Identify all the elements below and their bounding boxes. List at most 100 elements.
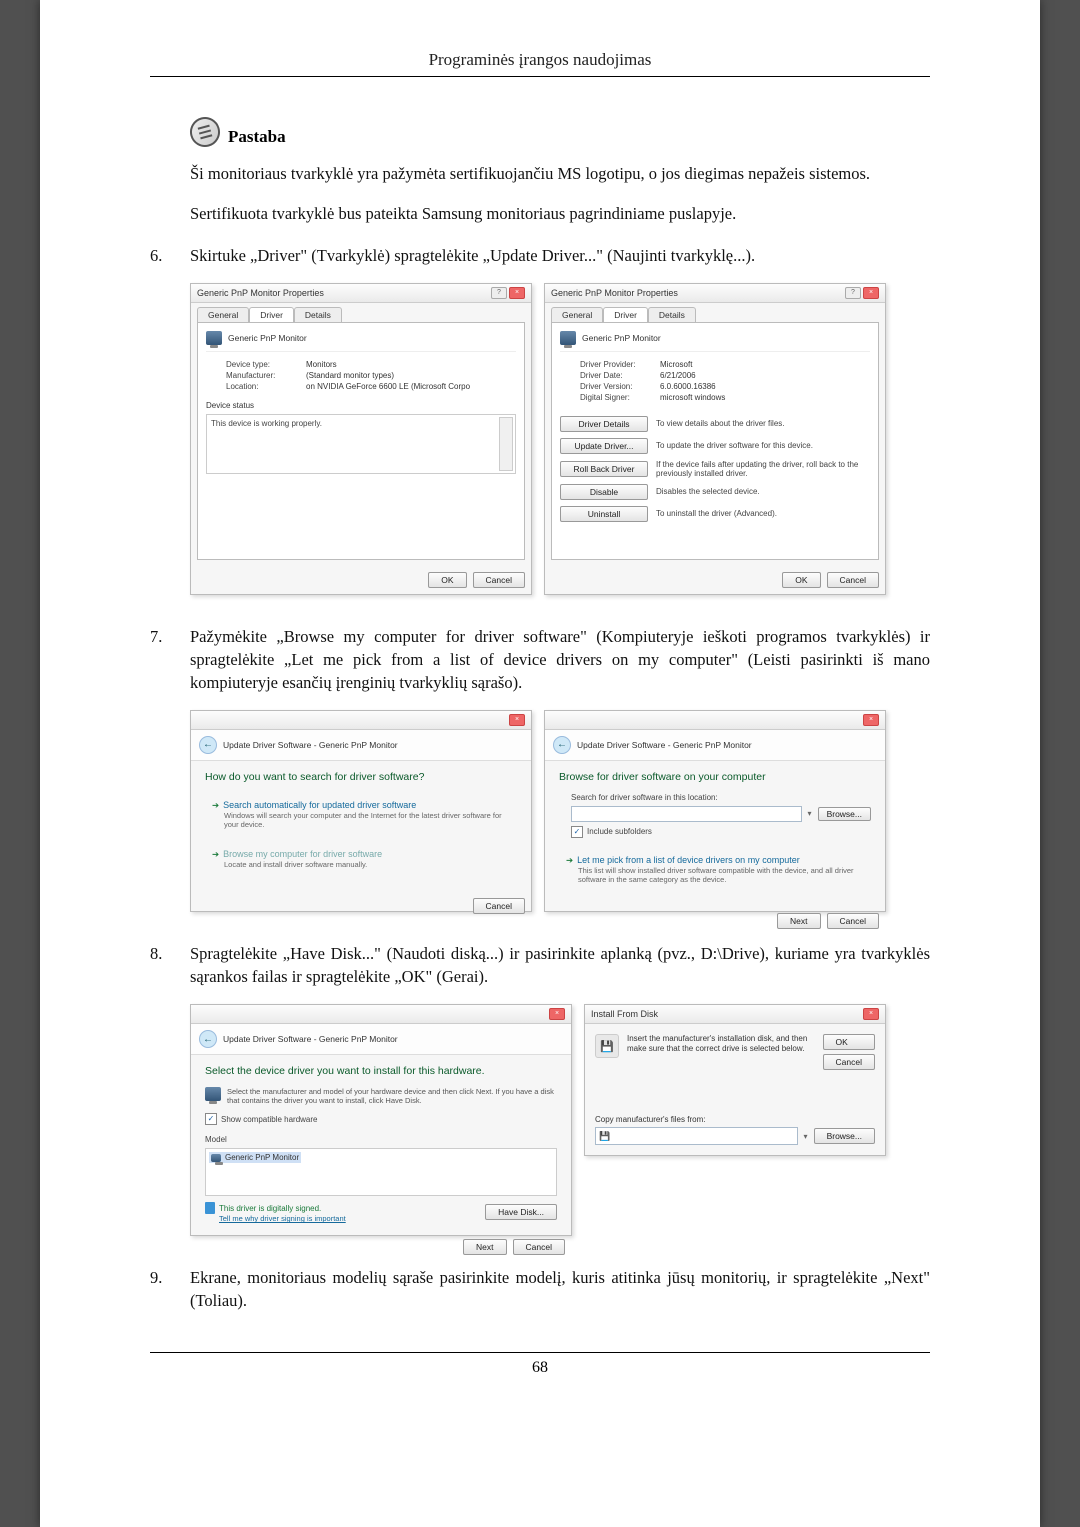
option-title: Browse my computer for driver software [223,849,382,859]
step-9-text: Ekrane, monitoriaus modelių sąraše pasir… [190,1266,930,1312]
next-button[interactable]: Next [463,1239,506,1255]
close-button[interactable]: × [863,287,879,299]
dialog-buttons: Cancel [191,892,531,920]
rollback-driver-desc: If the device fails after updating the d… [656,460,870,478]
scrollbar[interactable] [499,417,513,471]
dropdown-icon[interactable]: ▾ [808,809,812,818]
signer-value: microsoft windows [660,393,725,402]
option-pick-from-list[interactable]: ➔Let me pick from a list of device drive… [559,848,871,891]
monitor-heading-row: Generic PnP Monitor [560,331,870,352]
signed-row: This driver is digitally signed. [205,1202,346,1214]
tab-general[interactable]: General [551,307,603,322]
rollback-driver-button[interactable]: Roll Back Driver [560,461,648,477]
option-search-auto[interactable]: ➔Search automatically for updated driver… [205,793,517,836]
tab-details[interactable]: Details [648,307,696,322]
screenshot-pair-wizard-search: × ← Update Driver Software - Generic PnP… [190,710,930,912]
step-6: 6. Skirtuke „Driver" (Tvarkyklė) spragte… [150,244,930,267]
shield-icon [205,1202,215,1214]
tab-general[interactable]: General [197,307,249,322]
option-title: Search automatically for updated driver … [223,800,416,810]
checkbox-icon: ✓ [571,826,583,838]
window-title: Generic PnP Monitor Properties [551,288,678,298]
window-buttons: ? × [491,287,525,299]
tab-driver[interactable]: Driver [603,307,648,322]
tab-details[interactable]: Details [294,307,342,322]
close-button[interactable]: × [509,714,525,726]
update-driver-desc: To update the driver software for this d… [656,441,870,450]
close-button[interactable]: × [863,714,879,726]
version-label: Driver Version: [580,382,660,391]
window-title: Generic PnP Monitor Properties [197,288,324,298]
model-item: Generic PnP Monitor [225,1153,299,1162]
page-footer: 68 [150,1352,930,1377]
disable-button[interactable]: Disable [560,484,648,500]
version-value: 6.0.6000.16386 [660,382,716,391]
browse-button[interactable]: Browse... [818,807,871,821]
show-compatible-checkbox[interactable]: ✓ Show compatible hardware [205,1113,557,1125]
back-button[interactable]: ← [199,736,217,754]
manufacturer-value: (Standard monitor types) [306,371,394,380]
browse-button[interactable]: Browse... [814,1128,875,1144]
help-button[interactable]: ? [491,287,507,299]
option-browse-computer[interactable]: ➔Browse my computer for driver software … [205,842,517,876]
close-button[interactable]: × [549,1008,565,1020]
option-subtitle: This list will show installed driver sof… [578,866,864,884]
step-6-number: 6. [150,244,190,267]
document-page: Programinės įrangos naudojimas Pastaba Š… [40,0,1040,1527]
have-disk-button[interactable]: Have Disk... [485,1204,557,1220]
dialog-driver-tab: Generic PnP Monitor Properties ? × Gener… [544,283,886,595]
location-value: on NVIDIA GeForce 6600 LE (Microsoft Cor… [306,382,470,391]
drive-combo[interactable]: 💾 [595,1127,798,1145]
install-message: Insert the manufacturer's installation d… [627,1034,815,1070]
ok-button[interactable]: OK [428,572,466,588]
option-title: Let me pick from a list of device driver… [577,855,800,865]
include-subfolders-checkbox[interactable]: ✓ Include subfolders [571,826,871,838]
close-button[interactable]: × [863,1008,879,1020]
tab-driver[interactable]: Driver [249,307,294,322]
dropdown-icon[interactable]: ▾ [804,1132,808,1141]
cancel-button[interactable]: Cancel [473,572,525,588]
step-7-number: 7. [150,625,190,694]
provider-value: Microsoft [660,360,692,369]
list-item[interactable]: Generic PnP Monitor [209,1152,301,1163]
dialog-buttons: Next Cancel [545,907,885,935]
monitor-icon [211,1154,221,1162]
ok-button[interactable]: OK [823,1034,875,1050]
page-header: Programinės įrangos naudojimas [150,50,930,77]
dialog-general-tab: Generic PnP Monitor Properties ? × Gener… [190,283,532,595]
wizard-heading: Select the device driver you want to ins… [205,1065,557,1077]
path-input[interactable] [571,806,802,822]
uninstall-button[interactable]: Uninstall [560,506,648,522]
cancel-button[interactable]: Cancel [473,898,525,914]
signed-text: This driver is digitally signed. [219,1204,321,1213]
tab-body: Generic PnP Monitor Driver Provider:Micr… [551,322,879,560]
help-button[interactable]: ? [845,287,861,299]
step-6-text: Skirtuke „Driver" (Tvarkyklė) spragtelėk… [190,244,930,267]
option-subtitle: Windows will search your computer and th… [224,811,510,829]
wizard-breadcrumb: ← Update Driver Software - Generic PnP M… [545,730,885,761]
back-button[interactable]: ← [553,736,571,754]
cancel-button[interactable]: Cancel [513,1239,565,1255]
cancel-button[interactable]: Cancel [827,572,879,588]
wizard-search-method: × ← Update Driver Software - Generic PnP… [190,710,532,912]
wizard-body: How do you want to search for driver sof… [191,761,531,892]
cancel-button[interactable]: Cancel [827,913,879,929]
close-button[interactable]: × [509,287,525,299]
driver-details-button[interactable]: Driver Details [560,416,648,432]
hardware-list[interactable]: Generic PnP Monitor [205,1148,557,1196]
cancel-button[interactable]: Cancel [823,1054,875,1070]
wizard-body: Select the device driver you want to ins… [191,1055,571,1233]
ok-button[interactable]: OK [782,572,820,588]
update-driver-button[interactable]: Update Driver... [560,438,648,454]
step-8-number: 8. [150,942,190,988]
next-button[interactable]: Next [777,913,820,929]
disable-desc: Disables the selected device. [656,487,870,496]
checkbox-icon: ✓ [205,1113,217,1125]
signing-link[interactable]: Tell me why driver signing is important [219,1214,346,1223]
wizard-breadcrumb: ← Update Driver Software - Generic PnP M… [191,730,531,761]
wizard-browse: × ← Update Driver Software - Generic PnP… [544,710,886,912]
note-title: Pastaba [228,127,286,147]
dialog-install-from-disk: Install From Disk × 💾 Insert the manufac… [584,1004,886,1156]
back-button[interactable]: ← [199,1030,217,1048]
note-icon [187,114,224,151]
